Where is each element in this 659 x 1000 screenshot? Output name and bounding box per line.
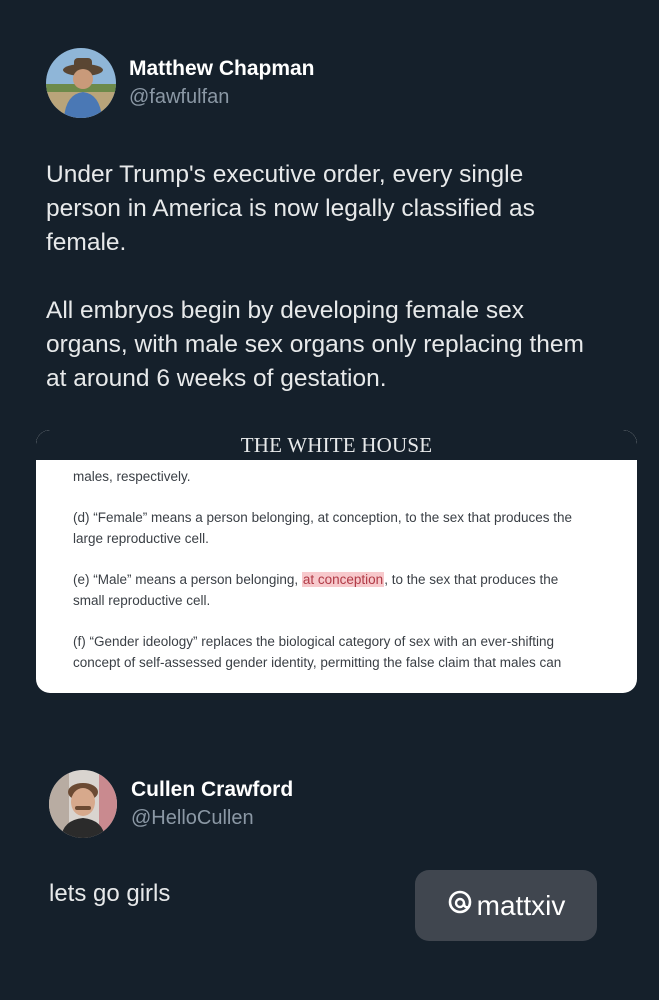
document-banner: THE WHITE HOUSE bbox=[36, 430, 637, 460]
watermark-badge: mattxiv bbox=[415, 870, 597, 941]
avatar-photo-icon bbox=[49, 770, 117, 838]
document-text: (e) “Male” means a person belonging, bbox=[73, 572, 302, 587]
document-text: , to the sex that produces the bbox=[384, 572, 559, 587]
document-paragraph-f: (f) “Gender ideology” replaces the biolo… bbox=[73, 631, 613, 673]
tweet-paragraph: Under Trump's executive order, every sin… bbox=[46, 161, 535, 256]
reply-avatar[interactable] bbox=[49, 770, 117, 838]
main-tweet: Matthew Chapman @fawfulfan bbox=[0, 48, 659, 118]
reply-text: lets go girls bbox=[49, 880, 171, 907]
document-line: (d) “Female” means a person belonging, a… bbox=[73, 510, 573, 525]
reply-display-name[interactable]: Cullen Crawford bbox=[131, 777, 293, 803]
document-line: large reproductive cell. bbox=[73, 531, 209, 546]
avatar-photo-icon bbox=[46, 48, 116, 118]
author-avatar[interactable] bbox=[46, 48, 116, 118]
watermark-text: mattxiv bbox=[476, 889, 566, 921]
document-paragraph-d: (d) “Female” means a person belonging, a… bbox=[73, 507, 613, 549]
document-body: males, respectively. (d) “Female” means … bbox=[36, 460, 637, 673]
document-line: small reproductive cell. bbox=[73, 593, 211, 608]
reply-tweet: Cullen Crawford @HelloCullen bbox=[0, 770, 659, 838]
author-handle[interactable]: @fawfulfan bbox=[129, 84, 315, 110]
document-paragraph: males, respectively. bbox=[73, 466, 613, 487]
threads-icon bbox=[447, 889, 473, 922]
tweet-header: Matthew Chapman @fawfulfan bbox=[46, 48, 659, 118]
author-names: Matthew Chapman @fawfulfan bbox=[129, 56, 315, 110]
document-line: (f) “Gender ideology” replaces the biolo… bbox=[73, 634, 554, 649]
document-paragraph-e: (e) “Male” means a person belonging, at … bbox=[73, 569, 613, 611]
reply-handle[interactable]: @HelloCullen bbox=[131, 805, 293, 831]
tweet-text: Under Trump's executive order, every sin… bbox=[46, 158, 626, 396]
document-line: (e) “Male” means a person belonging, at … bbox=[73, 569, 613, 590]
author-display-name[interactable]: Matthew Chapman bbox=[129, 56, 315, 82]
reply-header: Cullen Crawford @HelloCullen bbox=[49, 770, 659, 838]
highlighted-text: at conception bbox=[301, 572, 385, 587]
attached-document-image[interactable]: THE WHITE HOUSE males, respectively. (d)… bbox=[36, 430, 637, 693]
reply-author-names: Cullen Crawford @HelloCullen bbox=[131, 777, 293, 831]
document-line: concept of self-assessed gender identity… bbox=[73, 655, 562, 670]
tweet-paragraph: All embryos begin by developing female s… bbox=[46, 297, 584, 392]
document-line: males, respectively. bbox=[73, 469, 191, 484]
